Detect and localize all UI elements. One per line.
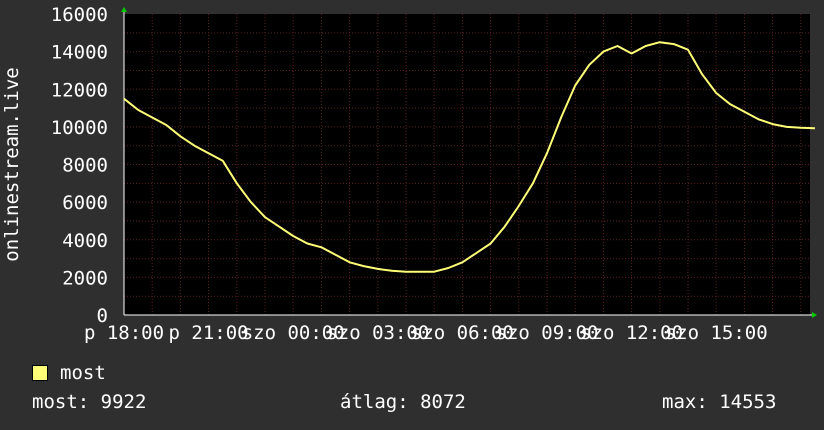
legend: most <box>32 362 106 384</box>
stat-max: max: 14553 <box>662 391 777 413</box>
y-tick-label: 10000 <box>51 117 108 139</box>
y-tick-label: 12000 <box>51 79 108 101</box>
stat-current: most: 9922 <box>32 391 147 413</box>
y-tick-label: 2000 <box>62 267 108 289</box>
y-tick-label: 6000 <box>62 192 108 214</box>
stat-average: átlag: 8072 <box>340 391 466 413</box>
y-axis-label: onlinestream.live <box>1 67 23 261</box>
legend-swatch <box>32 365 48 381</box>
x-tick-label: p 18:00 <box>84 322 164 344</box>
legend-label: most <box>60 362 106 384</box>
y-tick-label: 4000 <box>62 230 108 252</box>
y-tick-label: 16000 <box>51 4 108 26</box>
y-axis-arrow <box>121 7 127 12</box>
x-tick-label: szo 15:00 <box>665 322 768 344</box>
x-axis-arrow <box>812 312 817 318</box>
y-tick-label: 14000 <box>51 42 108 64</box>
y-tick-label: 8000 <box>62 155 108 177</box>
line-chart: 0200040006000800010000120001400016000p 1… <box>1 4 817 344</box>
x-tick-label: p 21:00 <box>169 322 249 344</box>
